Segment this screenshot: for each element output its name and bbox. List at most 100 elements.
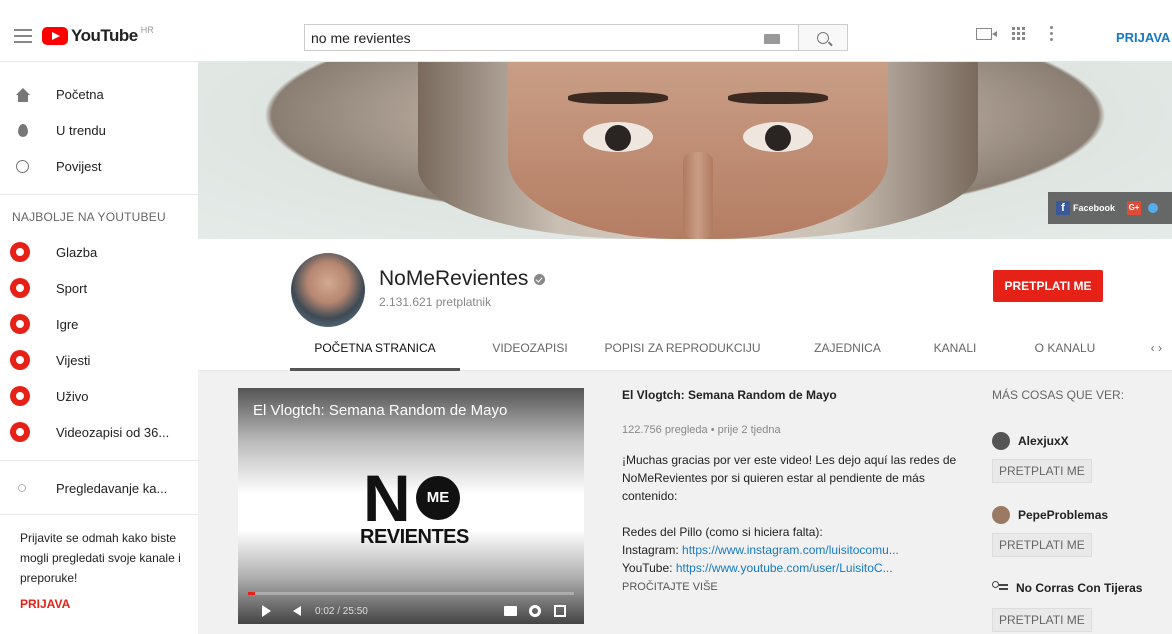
description-redes: Redes del Pillo (como si hiciera falta): [622,525,823,539]
related-heading: MÁS COSAS QUE VER: [992,388,1125,402]
youtube-logo[interactable]: YouTube HR [42,25,154,46]
tab-home[interactable]: POČETNA STRANICA [290,329,460,371]
tab-community[interactable]: ZAJEDNICA [800,329,895,371]
sport-icon [10,278,30,298]
google-plus-icon[interactable]: G+ [1127,201,1142,215]
facebook-label[interactable]: Facebook [1073,203,1115,213]
instagram-line: Instagram: https://www.instagram.com/lui… [622,541,967,559]
music-icon [10,242,30,262]
sidebar-item-browse-channels[interactable]: Pregledavanje ka... [0,470,198,506]
sidebar-item-home[interactable]: Početna [0,76,198,112]
subscriber-count: 2.131.621 pretplatnik [379,295,492,309]
sidebar-item-360-video[interactable]: Videozapisi od 36... [0,414,198,450]
youtube-link[interactable]: https://www.youtube.com/user/LuisitoC... [676,561,893,575]
signin-button[interactable]: PRIJAVA [1116,30,1170,45]
channel-tabs: POČETNA STRANICA VIDEOZAPISI POPISI ZA R… [290,329,1172,371]
sidebar-item-live[interactable]: Uživo [0,378,198,414]
related-channel[interactable]: PepeProblemas [992,506,1108,524]
gaming-icon [10,314,30,334]
fullscreen-icon[interactable] [554,605,566,617]
related-subscribe-button[interactable]: PRETPLATI ME [992,533,1092,557]
more-vert-icon[interactable] [1050,26,1054,41]
social-links: f Facebook G+ [1048,192,1172,224]
keyboard-icon[interactable] [764,34,780,44]
sidebar-item-label: Sport [56,280,88,296]
video-description: ¡Muchas gracias por ver este video! Les … [622,451,967,577]
sidebar-item-history[interactable]: Povijest [0,148,198,184]
related-channel[interactable]: No Corras Con Tijeras [992,581,1142,595]
facebook-icon[interactable]: f [1056,201,1070,215]
instagram-prefix: Instagram: [622,543,683,557]
sidebar-item-music[interactable]: Glazba [0,234,198,270]
divider [0,194,198,195]
video-controls: 0:02 / 25:50 [238,598,584,624]
read-more-link[interactable]: PROČITAJTE VIŠE [622,581,967,593]
related-channel-name: AlexjuxX [1018,434,1069,448]
sidebar-item-label: Početna [56,86,104,102]
channel-avatar[interactable] [291,253,365,327]
channel-header: NoMeRevientes 2.131.621 pretplatnik PRET… [198,239,1172,371]
captions-icon[interactable] [504,606,517,616]
twitter-icon[interactable] [1148,203,1159,213]
search-button[interactable] [798,24,848,51]
apps-grid-icon[interactable] [1012,26,1026,41]
progress-fill [248,592,255,595]
tab-about[interactable]: O KANALU [1015,329,1115,371]
sidebar-item-label: U trendu [56,122,106,138]
sidebar-item-sport[interactable]: Sport [0,270,198,306]
related-subscribe-button[interactable]: PRETPLATI ME [992,459,1092,483]
video-title-overlay[interactable]: El Vlogtch: Semana Random de Mayo [253,402,507,419]
trending-icon [18,123,28,137]
channel-banner: f Facebook G+ [198,62,1172,239]
video-info: El Vlogtch: Semana Random de Mayo 122.75… [622,388,967,593]
channel-name-text: NoMeRevientes [379,267,529,290]
home-icon [16,88,30,95]
related-subscribe-button[interactable]: PRETPLATI ME [992,608,1092,632]
history-icon [16,159,29,173]
search-icon [817,31,829,44]
search-input[interactable] [305,25,745,50]
sidebar-item-label: Vijesti [56,352,91,368]
sidebar-item-news[interactable]: Vijesti [0,342,198,378]
play-icon[interactable] [262,605,271,617]
featured-video-player[interactable]: El Vlogtch: Semana Random de Mayo N ME R… [238,388,584,624]
settings-icon[interactable] [529,605,541,617]
youtube-play-icon [42,27,68,45]
search-box [304,24,798,51]
divider [0,460,198,461]
video-progress-bar[interactable] [248,592,574,595]
nome-logo-n: N [363,461,411,535]
news-icon [10,350,30,370]
related-channel-name: No Corras Con Tijeras [1016,581,1143,595]
tab-playlists[interactable]: POPISI ZA REPRODUKCIJU [590,329,775,371]
channel-avatar [992,432,1010,450]
sidebar-item-label: Povijest [56,158,102,174]
scissors-icon [992,581,1008,595]
sidebar-signin-link[interactable]: PRIJAVA [20,597,70,611]
sidebar-item-gaming[interactable]: Igre [0,306,198,342]
nose [683,152,713,239]
youtube-line: YouTube: https://www.youtube.com/user/Lu… [622,559,967,577]
upload-video-icon[interactable] [976,27,997,40]
right-brow [728,92,828,104]
tab-channels[interactable]: KANALI [920,329,990,371]
video-title[interactable]: El Vlogtch: Semana Random de Mayo [622,388,967,402]
divider [0,514,198,515]
related-channel[interactable]: AlexjuxX [992,432,1069,450]
sidebar-item-label: Uživo [56,388,89,404]
channel-title[interactable]: NoMeRevientes [379,267,546,291]
browse-channels-icon [18,484,26,492]
home-icon-base [18,95,28,102]
menu-icon[interactable] [14,29,32,43]
video-time: 0:02 / 25:50 [315,605,368,617]
top-actions [976,26,1082,41]
volume-icon[interactable] [293,606,301,616]
top-bar: YouTube HR PRIJAVA [0,0,1172,62]
tab-scroll-arrows[interactable]: ‹ › [1151,329,1162,367]
instagram-link[interactable]: https://www.instagram.com/luisitocomu... [682,543,899,557]
tab-videos[interactable]: VIDEOZAPISI [475,329,585,371]
subscribe-button[interactable]: PRETPLATI ME [993,270,1103,302]
section-heading: NAJBOLJE NA YOUTUBEU [12,210,166,224]
sidebar-item-trending[interactable]: U trendu [0,112,198,148]
nome-logo-me: ME [416,476,460,520]
